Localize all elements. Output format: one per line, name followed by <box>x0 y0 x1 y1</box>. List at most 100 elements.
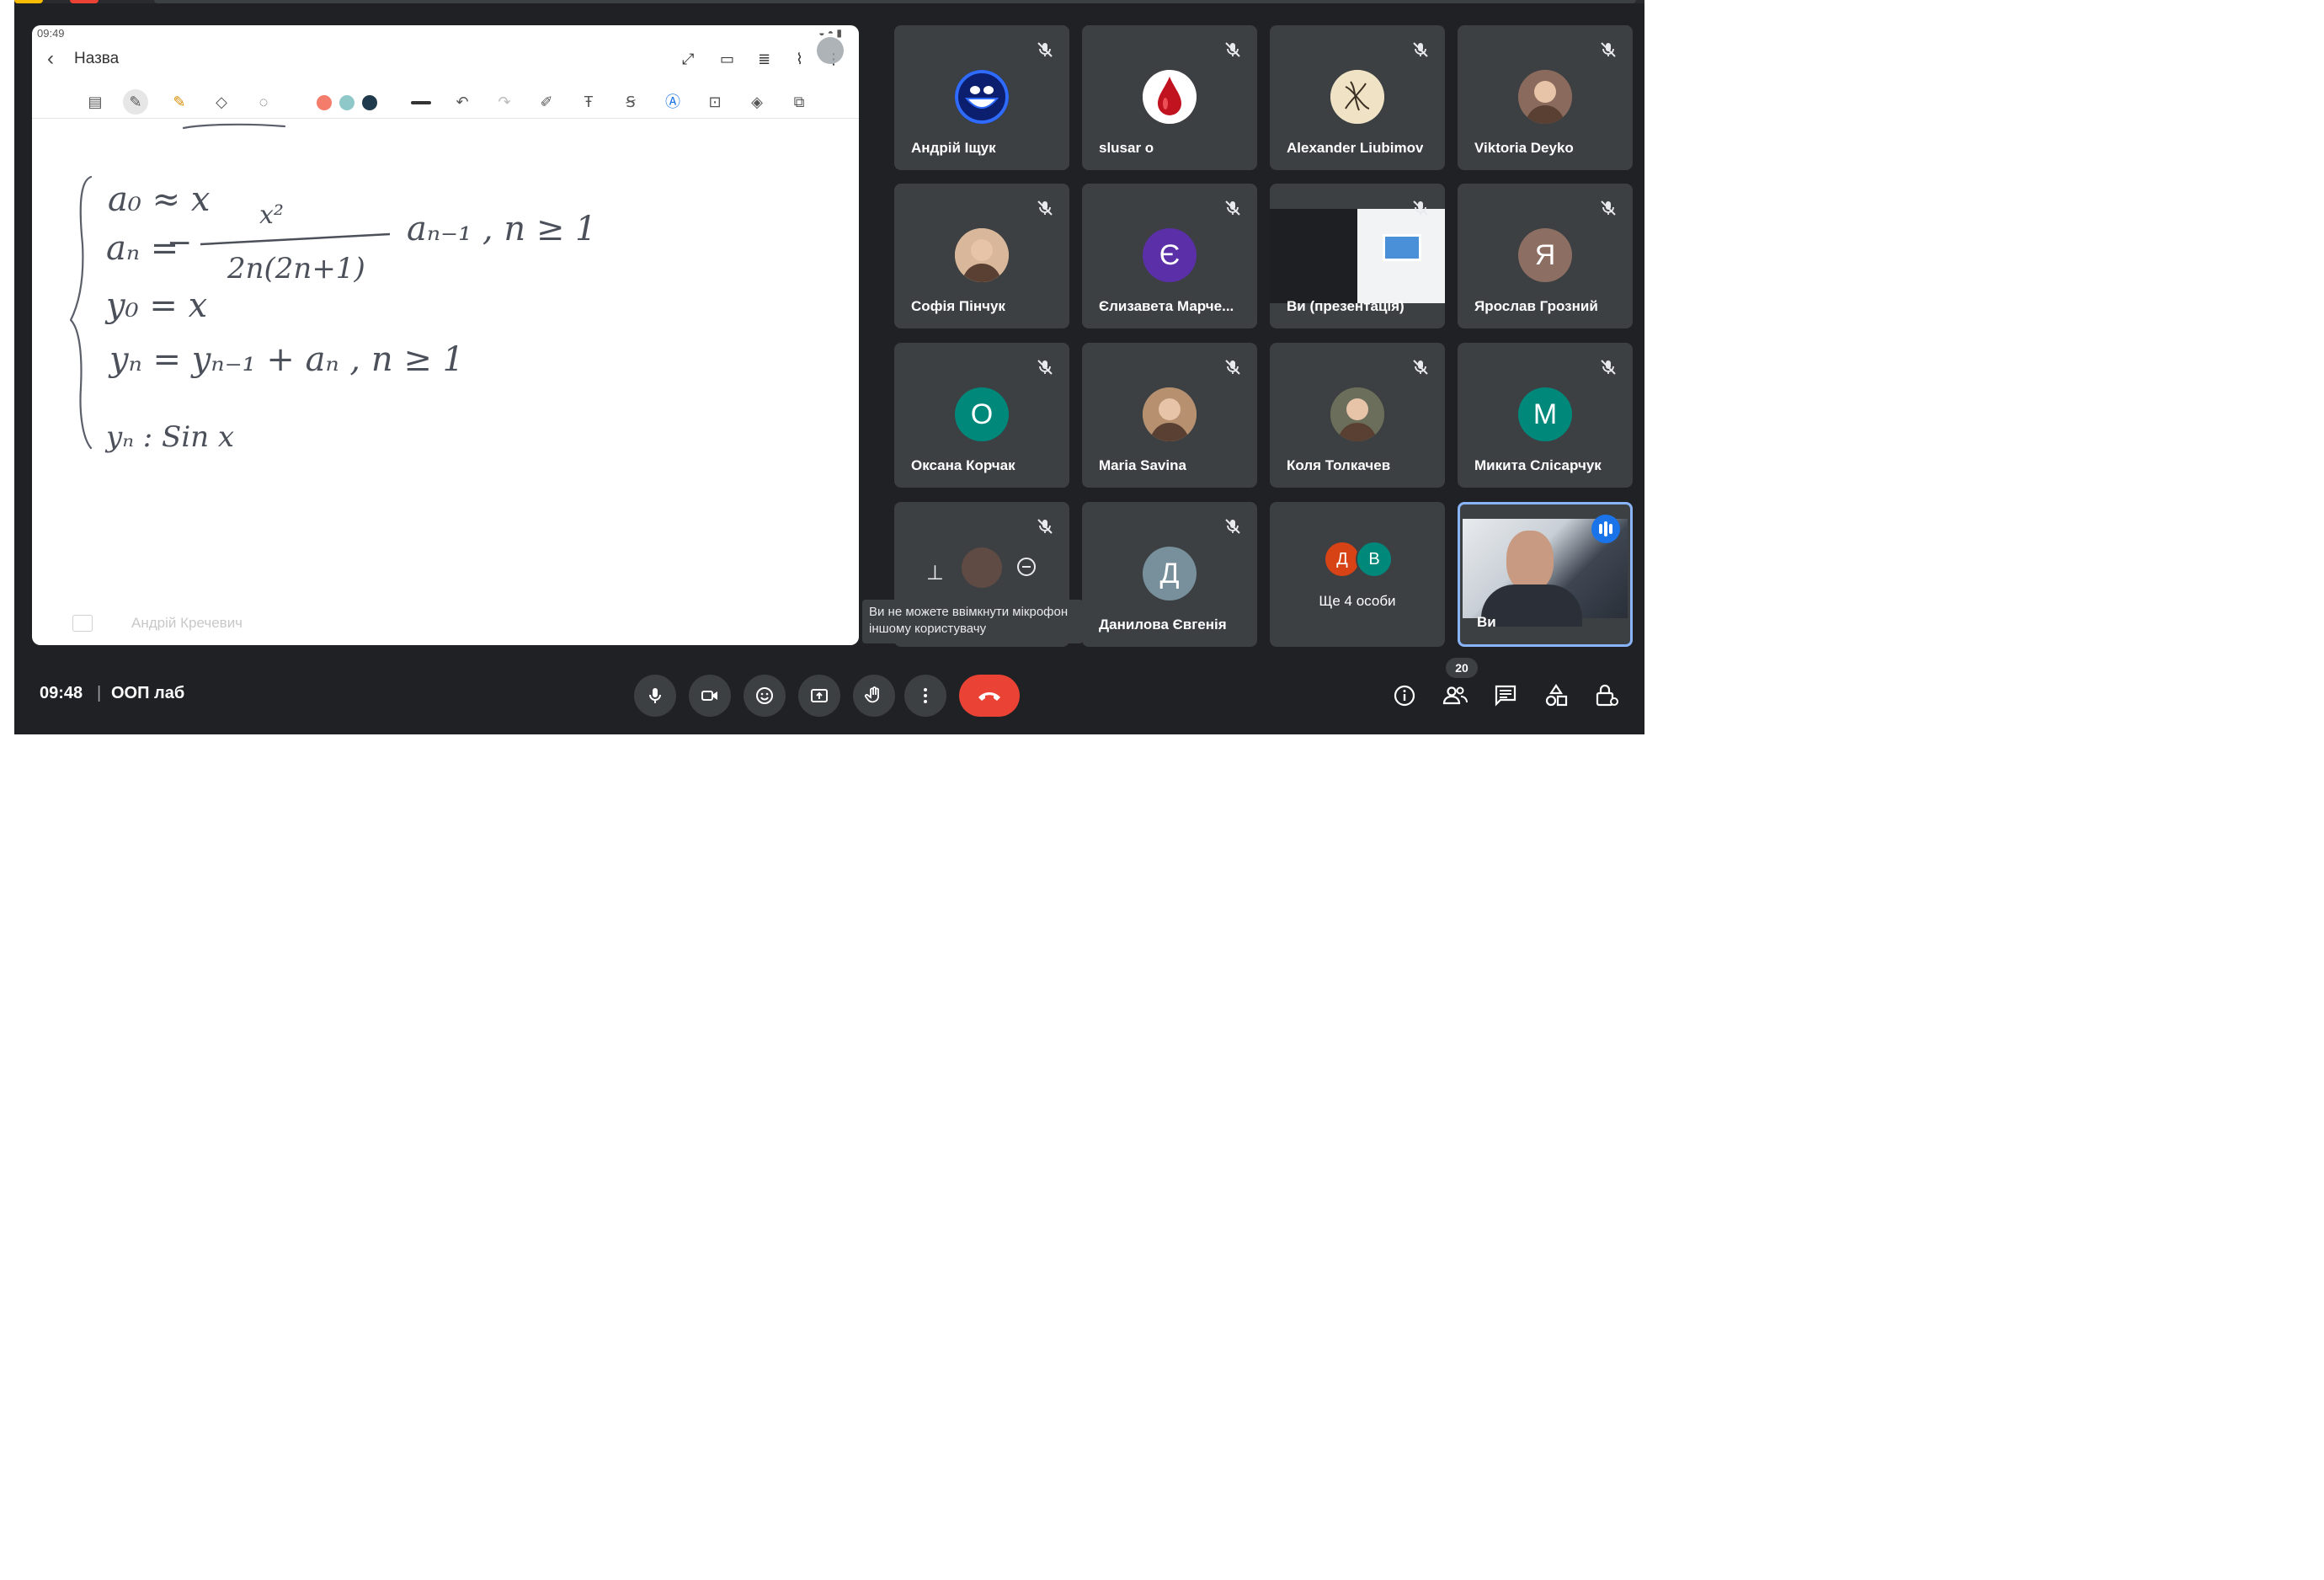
participant-tile[interactable]: Є Єлизавета Марче... <box>1082 184 1257 328</box>
avatar-photo <box>1330 387 1384 441</box>
participant-tile[interactable]: Коля Толкачев <box>1270 343 1445 488</box>
lock-person-icon <box>1596 684 1618 707</box>
mic-icon <box>649 688 661 703</box>
speaking-indicator-icon <box>1591 515 1620 543</box>
note-title[interactable]: Назва <box>74 50 119 68</box>
remove-line <box>1022 566 1031 568</box>
formula-line-5: yₙ : Sin x <box>104 420 234 454</box>
handwriting-canvas[interactable]: a₀ ≈ x aₙ = − x² 2n(2n+1) aₙ₋₁ , n ≥ 1 y… <box>32 118 859 590</box>
participant-tile[interactable]: Alexander Liubimov <box>1270 25 1445 170</box>
color-red-swatch[interactable] <box>317 95 332 110</box>
participant-name: Андрій Іщук <box>911 140 996 156</box>
participant-tile[interactable]: Maria Savina <box>1082 343 1257 488</box>
mic-button[interactable] <box>634 675 676 717</box>
audio-bar <box>1609 524 1612 534</box>
formula-line-3: y₀ = x <box>104 286 207 325</box>
back-arrow-icon[interactable]: ‹ <box>47 49 54 69</box>
color-dark-swatch[interactable] <box>362 95 377 110</box>
people-count-badge: 20 <box>1446 658 1478 678</box>
list-icon[interactable]: ≣ <box>758 51 770 68</box>
activities-button[interactable] <box>1541 681 1571 711</box>
more-options-button[interactable] <box>904 675 946 717</box>
text-box-icon[interactable]: ⊡ <box>706 93 724 111</box>
participant-tile[interactable]: Ви <box>1458 502 1633 647</box>
mute-participant-icon[interactable] <box>962 547 1002 588</box>
self-shoulders <box>1481 584 1582 627</box>
emoji-icon <box>756 687 773 704</box>
top-tab-yellow[interactable] <box>14 0 43 3</box>
participant-tile[interactable]: Я Ярослав Грозний <box>1458 184 1633 328</box>
participant-tile[interactable]: Viktoria Deyko <box>1458 25 1633 170</box>
mic-off-icon <box>1225 42 1240 57</box>
pen-icon[interactable]: ✎ <box>123 89 148 115</box>
top-tab-red[interactable] <box>70 0 99 3</box>
tablet-status-time: 09:49 <box>37 27 65 40</box>
lasso-icon[interactable]: ◌ <box>254 93 273 111</box>
present-screen-icon <box>811 689 828 702</box>
present-button[interactable] <box>798 675 840 717</box>
shapes-icon <box>1545 684 1568 707</box>
more-participants-label: Ще 4 особи <box>1319 593 1396 609</box>
shapes-icon[interactable]: ◈ <box>748 93 766 111</box>
participant-tile[interactable]: slusar o <box>1082 25 1257 170</box>
participant-tile[interactable]: Софія Пінчук <box>894 184 1069 328</box>
participant-tile[interactable]: Д В Ще 4 особи <box>1270 502 1445 647</box>
host-controls-button[interactable] <box>1591 681 1622 711</box>
text-format-icon[interactable]: Ꞩ <box>621 93 640 111</box>
undo-icon[interactable]: ↶ <box>453 93 472 111</box>
people-button[interactable] <box>1440 681 1470 711</box>
camera-button[interactable] <box>689 675 731 717</box>
mic-off-icon <box>1601 200 1616 216</box>
stroke-width-icon[interactable] <box>411 101 431 104</box>
leave-call-button[interactable] <box>959 675 1020 717</box>
text-strike-icon[interactable]: Ŧ <box>579 93 598 111</box>
participant-tile[interactable]: Андрій Іщук <box>894 25 1069 170</box>
ai-pen-icon[interactable]: ✐ <box>537 93 556 111</box>
highlighter-icon[interactable]: ✎ <box>170 93 189 111</box>
meet-window: 09:49 ◒ ◓ ▮ ‹ Назва ⤢ ▭ ≣ ⌇ ⋮ ▤ ✎ ✎ ◇ ◌ … <box>14 0 1644 734</box>
preview-dialog <box>1383 234 1421 261</box>
redo-icon[interactable]: ↷ <box>495 93 514 111</box>
participant-name: Софія Пінчук <box>911 298 1005 314</box>
book-icon[interactable]: ▭ <box>720 51 734 68</box>
participant-name: Ви (презентація) <box>1287 298 1405 314</box>
handwriting-icon[interactable]: Ⓐ <box>664 93 682 111</box>
mic-off-icon <box>1037 42 1053 57</box>
insert-image-icon[interactable]: ⧉ <box>790 93 808 111</box>
participant-tile[interactable]: О Оксана Корчак <box>894 343 1069 488</box>
mic-off-icon <box>1601 360 1616 375</box>
remove-participant-icon[interactable] <box>1017 558 1036 576</box>
participant-name: slusar o <box>1099 140 1154 156</box>
people-icon <box>1442 686 1468 705</box>
avatar-photo <box>1143 387 1197 441</box>
eraser-icon[interactable]: ◇ <box>212 93 231 111</box>
audio-bar <box>1604 521 1607 536</box>
participant-name: Данилова Євгенія <box>1099 617 1227 633</box>
participant-name: Оксана Корчак <box>911 457 1015 473</box>
self-face <box>1506 531 1554 591</box>
pin-icon[interactable]: ⊥ <box>926 561 944 585</box>
top-address-bar[interactable] <box>154 0 1636 3</box>
chat-button[interactable] <box>1490 681 1521 711</box>
participant-tile[interactable]: М Микита Слісарчук <box>1458 343 1633 488</box>
attach-icon[interactable]: ⌇ <box>796 51 803 68</box>
avatar-emoji <box>955 70 1009 124</box>
mic-off-icon <box>1037 200 1053 216</box>
keyboard-icon[interactable]: ▤ <box>86 93 104 111</box>
avatar-initial: Д <box>1143 547 1197 601</box>
presentation-owner-icon <box>72 615 93 632</box>
expand-icon[interactable]: ⤢ <box>682 51 694 68</box>
meeting-info-button[interactable] <box>1389 681 1420 711</box>
meeting-name: ООП лаб <box>111 684 185 702</box>
participant-tile[interactable]: Ви (презентація) <box>1270 184 1445 328</box>
presentation-view[interactable]: 09:49 ◒ ◓ ▮ ‹ Назва ⤢ ▭ ≣ ⌇ ⋮ ▤ ✎ ✎ ◇ ◌ … <box>32 25 859 645</box>
avatar-sketch <box>1330 70 1384 124</box>
formula-numerator: x² <box>259 200 284 230</box>
formula-line-2-right: aₙ₋₁ , n ≥ 1 <box>407 210 597 248</box>
avatar-photo <box>955 228 1009 282</box>
participant-tile[interactable]: Д Данилова Євгенія <box>1082 502 1257 647</box>
mic-off-icon <box>1225 360 1240 375</box>
color-teal-swatch[interactable] <box>339 95 354 110</box>
raise-hand-button[interactable] <box>853 675 895 717</box>
reactions-button[interactable] <box>744 675 786 717</box>
